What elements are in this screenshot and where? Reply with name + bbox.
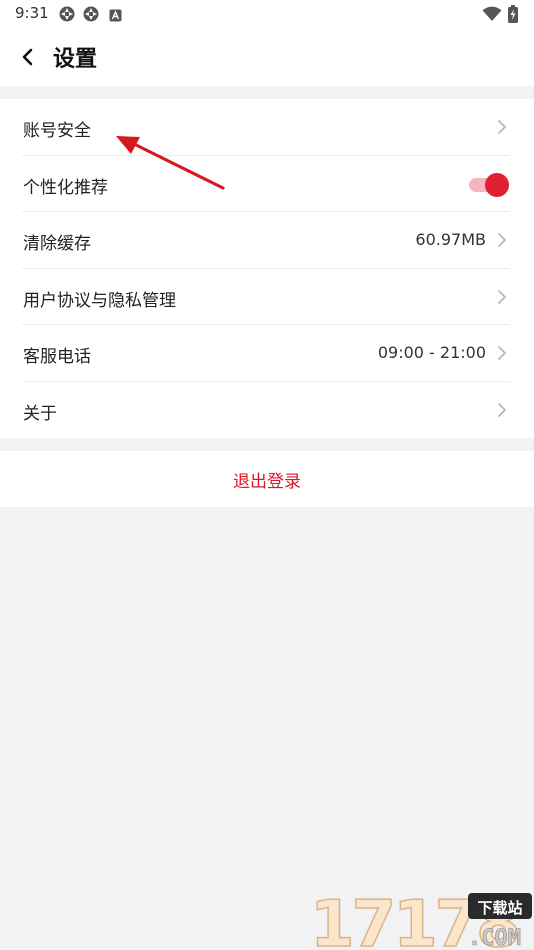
chevron-right-icon [498,402,506,417]
row-label: 清除缓存 [23,234,91,254]
settings-list: 账号安全 个性化推荐 清除缓存 60.97MB 用户协议与隐私管理 客服电话 0… [0,99,534,438]
row-label: 用户协议与隐私管理 [23,290,176,311]
aperture-icon [83,6,99,26]
svg-text:.COM: .COM [468,926,521,948]
back-button[interactable] [14,42,42,72]
chevron-right-icon [498,233,506,247]
service-hours-value: 09:00 - 21:00 [377,343,486,362]
row-label: 账号安全 [23,121,91,141]
svg-text:下载站: 下载站 [477,899,522,917]
row-label: 客服电话 [23,347,91,367]
battery-charging-icon [508,5,518,27]
watermark-logo: 17178 下载站 .COM [309,890,532,948]
settings-row-about[interactable]: 关于 [0,382,534,439]
aperture-icon [59,6,75,26]
logout-section: 退出登录 [0,451,534,507]
header: 设置 [0,28,534,86]
settings-row-user-agreement-privacy[interactable]: 用户协议与隐私管理 [0,269,534,326]
chevron-left-icon [22,48,33,66]
status-time: 9:31 [15,4,49,22]
status-bar: 9:31 [0,0,534,28]
page-title: 设置 [53,47,98,72]
chevron-right-icon [498,289,506,304]
toggle-knob [485,172,509,197]
personalized-recommendation-toggle[interactable] [469,172,509,197]
cache-size-value: 60.97MB [415,230,486,249]
logout-button[interactable]: 退出登录 [0,451,534,507]
settings-row-account-security[interactable]: 账号安全 [0,99,534,156]
row-label: 关于 [23,403,57,424]
a-square-icon [109,7,122,26]
settings-row-personalized-recommendation: 个性化推荐 [0,156,534,213]
row-label: 个性化推荐 [23,177,108,198]
wifi-icon [482,6,502,26]
settings-row-clear-cache[interactable]: 清除缓存 60.97MB [0,212,534,269]
chevron-right-icon [498,120,506,134]
chevron-right-icon [498,346,506,360]
annotation-arrow [116,136,225,190]
settings-row-customer-service[interactable]: 客服电话 09:00 - 21:00 [0,325,534,382]
